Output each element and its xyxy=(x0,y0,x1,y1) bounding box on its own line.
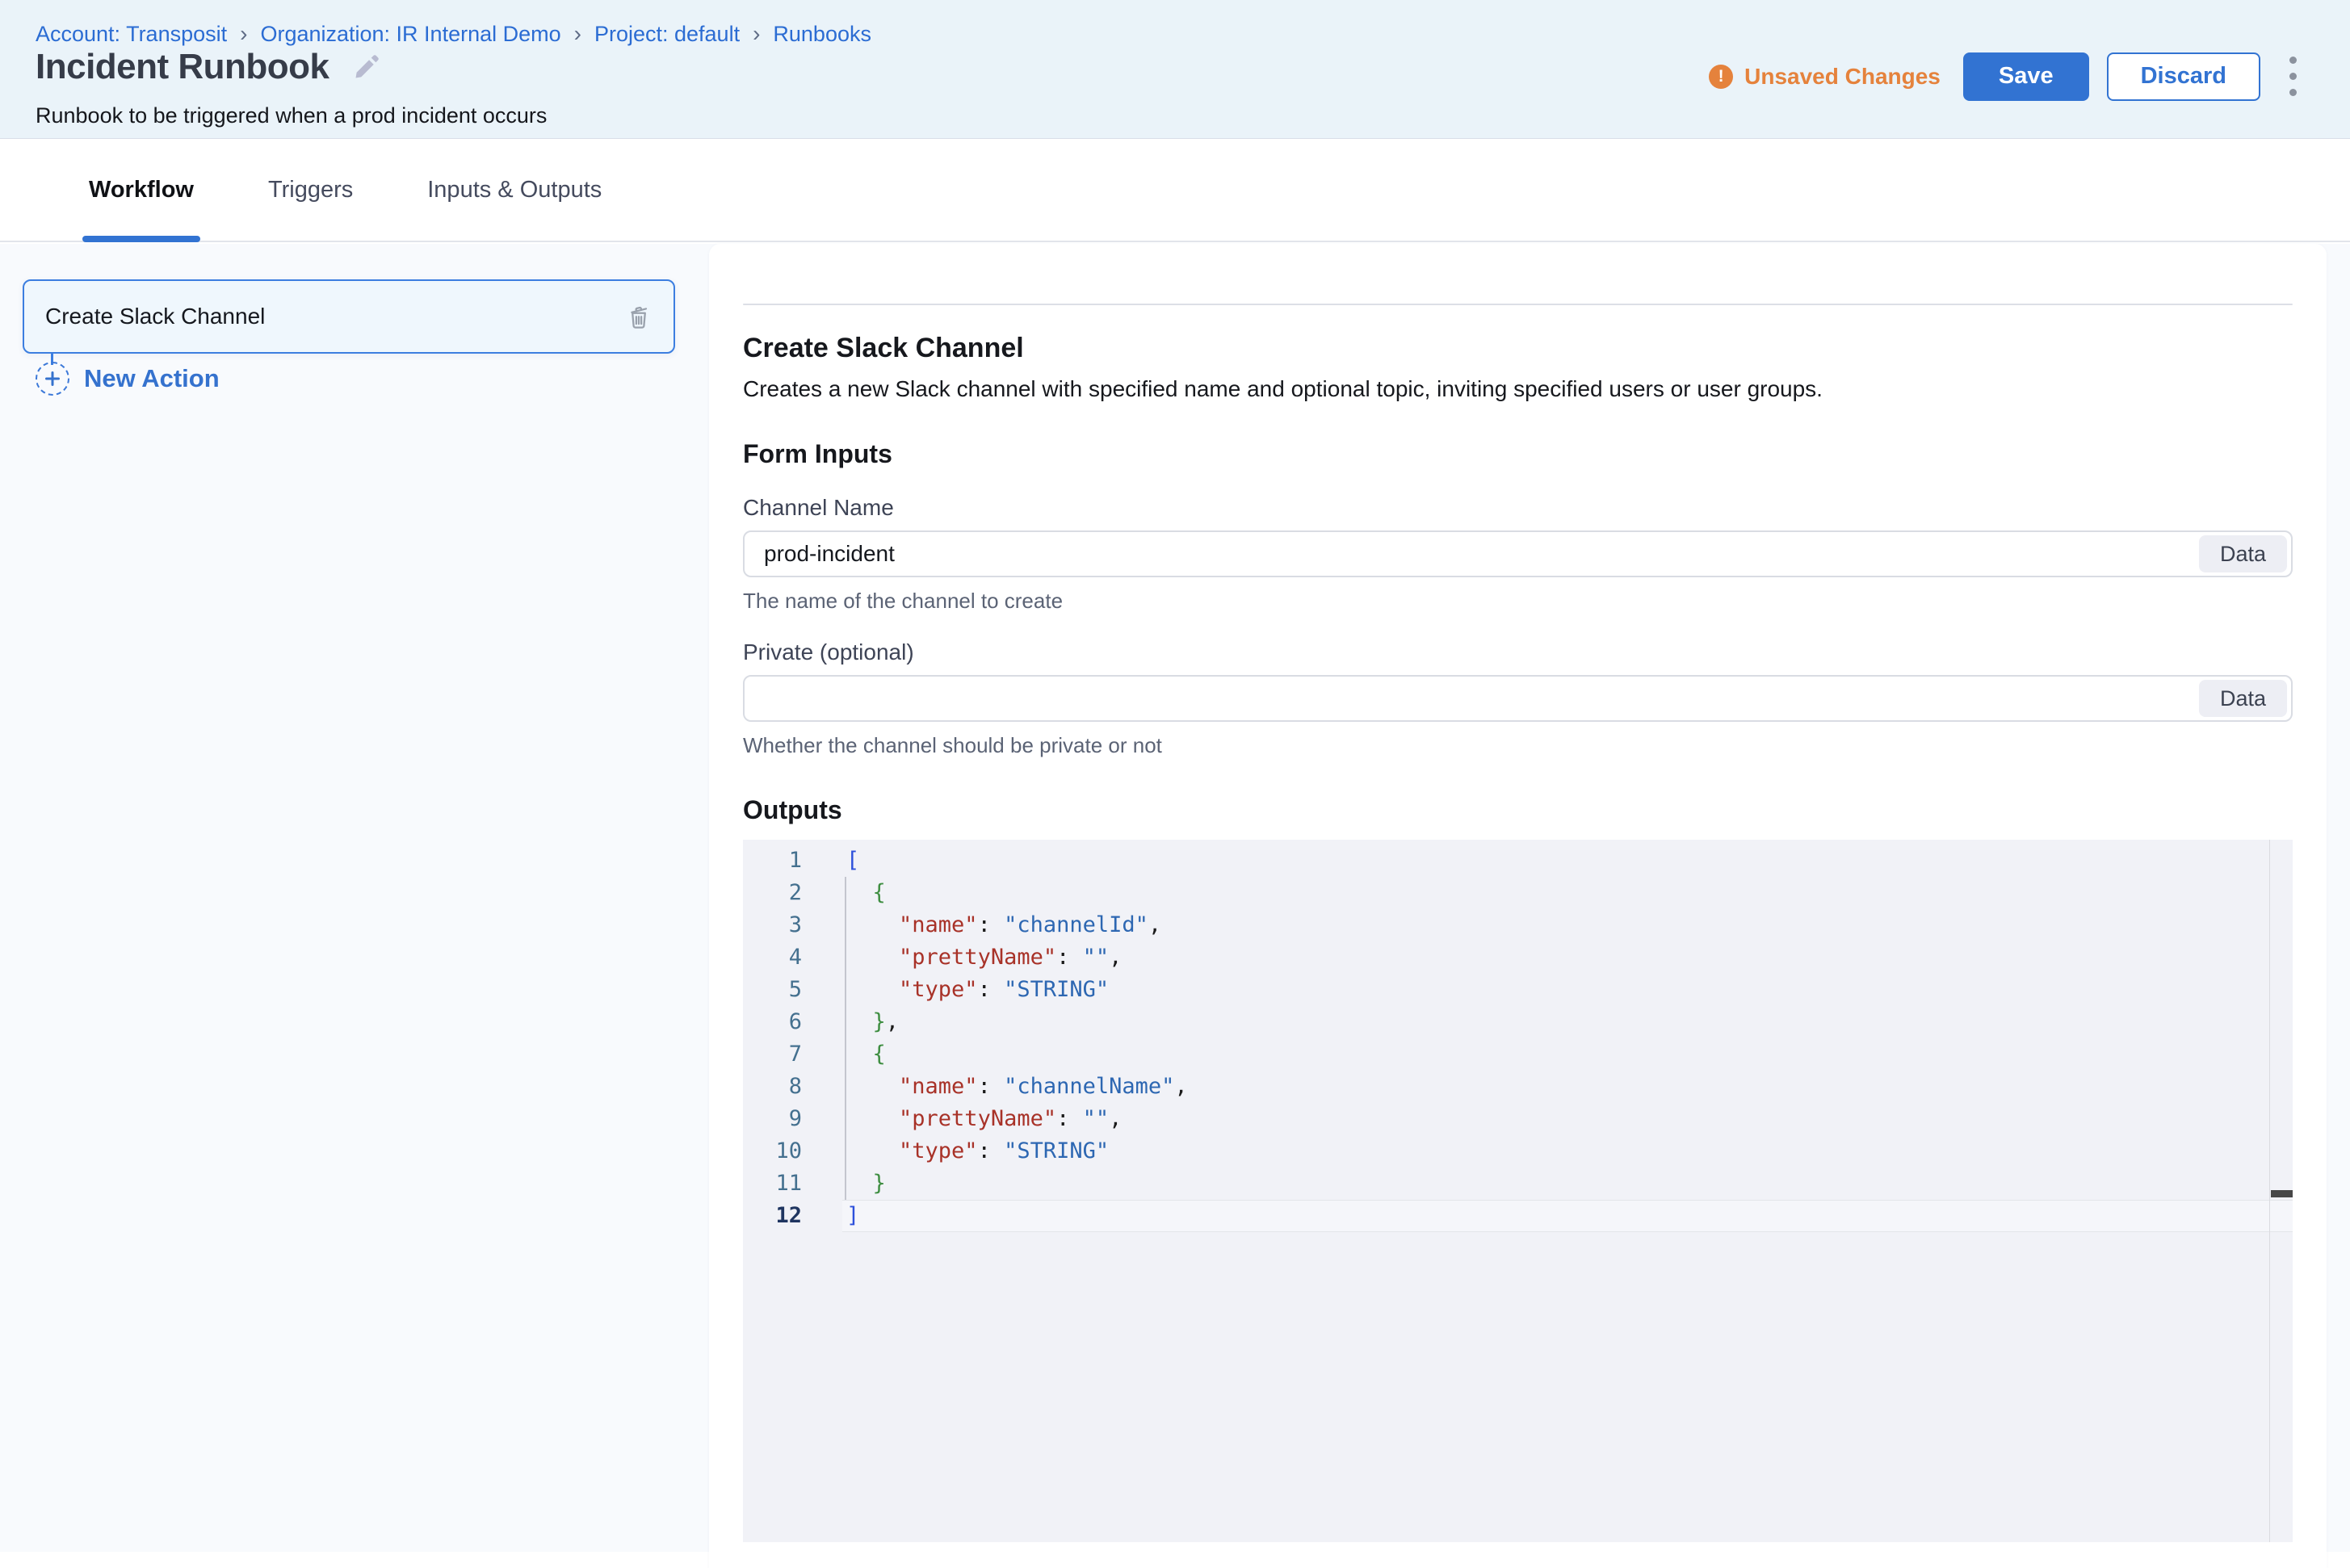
code-text: { xyxy=(842,1038,2293,1071)
detail-top-divider xyxy=(743,304,2293,305)
discard-button[interactable]: Discard xyxy=(2107,52,2260,101)
breadcrumb: Account: Transposit › Organization: IR Int… xyxy=(36,21,871,47)
indent-guide xyxy=(845,877,846,1200)
edit-title-icon[interactable] xyxy=(352,52,381,82)
code-text: "prettyName": "", xyxy=(842,941,2293,974)
action-detail-panel: Create Slack Channel Creates a new Slack… xyxy=(709,244,2327,1568)
form-inputs-heading: Form Inputs xyxy=(743,439,2293,469)
private-input[interactable] xyxy=(745,685,2199,711)
private-helper: Whether the channel should be private or… xyxy=(743,733,2293,758)
field-channel-name: Channel Name Data The name of the channe… xyxy=(743,495,2293,614)
breadcrumb-link[interactable]: Runbooks xyxy=(773,22,871,46)
delete-action-icon[interactable] xyxy=(625,303,653,330)
field-private: Private (optional) Data Whether the chan… xyxy=(743,639,2293,758)
unsaved-changes-status: ! Unsaved Changes xyxy=(1709,64,1941,90)
outputs-heading: Outputs xyxy=(743,795,2293,825)
code-text: "name": "channelName", xyxy=(842,1071,2293,1103)
action-title: Create Slack Channel xyxy=(743,333,2293,364)
workflow-panel: Create Slack Channel New Action xyxy=(0,244,709,1552)
breadcrumb-link[interactable]: Account: Transposit xyxy=(36,22,227,46)
channel-name-data-button[interactable]: Data xyxy=(2199,535,2287,572)
code-line: 5 "type": "STRING" xyxy=(743,974,2293,1006)
channel-name-input-wrap: Data xyxy=(743,530,2293,577)
code-text: { xyxy=(842,877,2293,909)
editor-cursor-marker xyxy=(2271,1190,2293,1197)
new-action-button[interactable]: New Action xyxy=(36,362,220,396)
code-line: 3 "name": "channelId", xyxy=(743,909,2293,941)
code-text: [ xyxy=(842,845,2293,877)
code-text: }, xyxy=(842,1006,2293,1038)
action-description: Creates a new Slack channel with specifi… xyxy=(743,376,2293,402)
code-line: 11 } xyxy=(743,1168,2293,1200)
tab-triggers[interactable]: Triggers xyxy=(231,139,390,241)
breadcrumb-link[interactable]: Project: default xyxy=(594,22,740,46)
channel-name-helper: The name of the channel to create xyxy=(743,589,2293,614)
editor-scrollbar-track[interactable] xyxy=(2269,840,2271,1542)
breadcrumb-separator: › xyxy=(753,21,760,46)
breadcrumb-link[interactable]: Organization: IR Internal Demo xyxy=(260,22,560,46)
code-line: 1[ xyxy=(743,845,2293,877)
line-number: 1 xyxy=(743,845,842,877)
code-line: 7 { xyxy=(743,1038,2293,1071)
plus-icon xyxy=(36,362,69,396)
channel-name-label: Channel Name xyxy=(743,495,2293,521)
code-line: 8 "name": "channelName", xyxy=(743,1071,2293,1103)
private-label: Private (optional) xyxy=(743,639,2293,665)
code-line: 4 "prettyName": "", xyxy=(743,941,2293,974)
code-text: "type": "STRING" xyxy=(842,1135,2293,1168)
code-text: "prettyName": "", xyxy=(842,1103,2293,1135)
line-number: 4 xyxy=(743,941,842,974)
action-card-label: Create Slack Channel xyxy=(45,304,265,329)
more-options-icon[interactable] xyxy=(2283,50,2303,103)
page-title: Incident Runbook xyxy=(36,47,329,87)
line-number: 7 xyxy=(743,1038,842,1071)
code-text: ] xyxy=(842,1200,2293,1232)
content-area: Create Slack Channel New Action C xyxy=(0,244,2350,1552)
code-line: 9 "prettyName": "", xyxy=(743,1103,2293,1135)
action-card-create-slack-channel[interactable]: Create Slack Channel xyxy=(23,279,675,354)
code-line: 2 { xyxy=(743,877,2293,909)
new-action-label: New Action xyxy=(84,364,220,393)
unsaved-changes-label: Unsaved Changes xyxy=(1744,64,1941,90)
private-data-button[interactable]: Data xyxy=(2199,680,2287,717)
line-number: 2 xyxy=(743,877,842,909)
code-text: "name": "channelId", xyxy=(842,909,2293,941)
line-number: 10 xyxy=(743,1135,842,1168)
runbook-description: Runbook to be triggered when a prod inci… xyxy=(36,103,547,128)
breadcrumb-separator: › xyxy=(240,21,247,46)
line-number: 8 xyxy=(743,1071,842,1103)
outputs-code-editor[interactable]: 1[2 {3 "name": "channelId",4 "prettyName… xyxy=(743,840,2293,1542)
save-button[interactable]: Save xyxy=(1963,52,2089,101)
line-number: 3 xyxy=(743,909,842,941)
line-number: 5 xyxy=(743,974,842,1006)
code-line: 6 }, xyxy=(743,1006,2293,1038)
code-text: } xyxy=(842,1168,2293,1200)
private-input-wrap: Data xyxy=(743,675,2293,722)
page-header: Account: Transposit › Organization: IR Int… xyxy=(0,0,2350,139)
channel-name-input[interactable] xyxy=(745,541,2199,567)
line-number: 9 xyxy=(743,1103,842,1135)
code-line: 12] xyxy=(743,1200,2293,1232)
code-text: "type": "STRING" xyxy=(842,974,2293,1006)
breadcrumb-separator: › xyxy=(574,21,581,46)
warning-icon: ! xyxy=(1709,65,1733,89)
tab-workflow[interactable]: Workflow xyxy=(52,139,231,241)
tab-inputs-outputs[interactable]: Inputs & Outputs xyxy=(390,139,639,241)
tab-bar: WorkflowTriggersInputs & Outputs xyxy=(0,139,2350,242)
code-line: 10 "type": "STRING" xyxy=(743,1135,2293,1168)
line-number: 11 xyxy=(743,1168,842,1200)
line-number: 6 xyxy=(743,1006,842,1038)
line-number: 12 xyxy=(743,1200,842,1232)
